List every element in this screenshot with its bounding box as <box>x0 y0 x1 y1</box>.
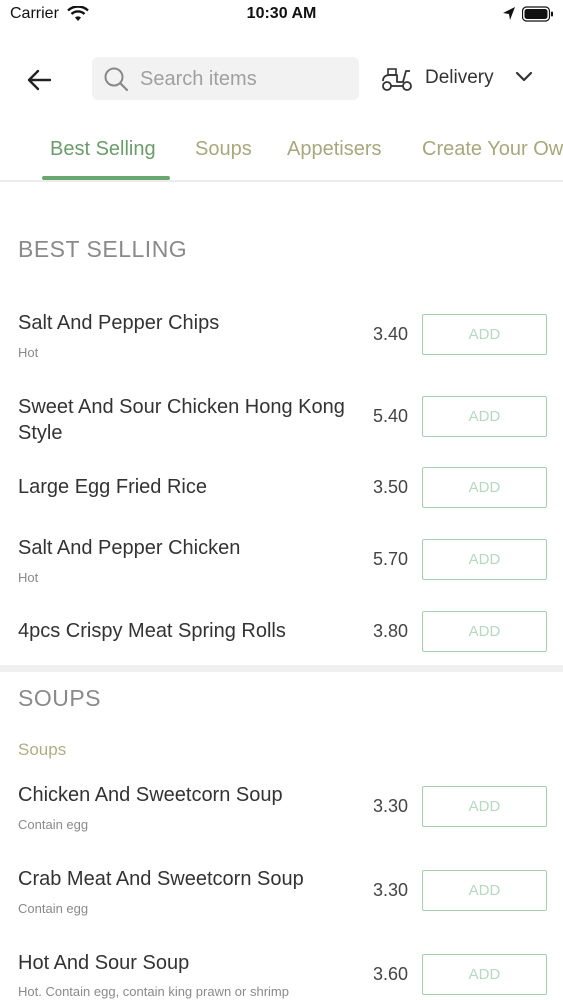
tab-soups[interactable]: Soups <box>195 138 252 161</box>
item-price: 3.60 <box>372 964 408 984</box>
item-price: 3.30 <box>372 880 408 900</box>
add-button[interactable]: ADD <box>422 611 547 652</box>
header: Search items Delivery <box>0 48 563 108</box>
add-button[interactable]: ADD <box>422 870 547 911</box>
item-price: 5.40 <box>372 406 408 426</box>
item-price: 3.50 <box>372 477 408 497</box>
delivery-selector[interactable]: Delivery <box>380 64 550 94</box>
item-price: 3.80 <box>372 621 408 641</box>
back-button[interactable] <box>24 64 56 96</box>
item-name: Crab Meat And Sweetcorn Soup <box>18 868 304 890</box>
item-name: Salt And Pepper Chicken <box>18 537 241 559</box>
add-button[interactable]: ADD <box>422 467 547 508</box>
status-time: 10:30 AM <box>246 5 317 22</box>
back-arrow-icon <box>27 69 52 91</box>
section-title-soups: SOUPS <box>18 685 102 711</box>
tab-best-selling[interactable]: Best Selling <box>50 138 156 161</box>
sub-heading-soups: Soups <box>18 740 67 759</box>
item-name: 4pcs Crispy Meat Spring Rolls <box>18 620 286 642</box>
item-name: Hot And Sour Soup <box>18 952 190 974</box>
scooter-icon <box>380 66 414 97</box>
search-icon <box>103 66 129 97</box>
battery-icon <box>521 6 554 27</box>
location-arrow-icon <box>502 6 516 27</box>
status-bar: Carrier 10:30 AM <box>0 0 563 30</box>
item-price: 3.40 <box>372 324 408 344</box>
add-button[interactable]: ADD <box>422 396 547 437</box>
section-title-best-selling: BEST SELLING <box>18 236 188 262</box>
section-divider <box>0 665 563 672</box>
tab-appetisers[interactable]: Appetisers <box>287 138 382 161</box>
tab-create-your-own[interactable]: Create Your Ow <box>422 138 563 161</box>
delivery-label: Delivery <box>425 67 494 88</box>
item-description: Hot. Contain egg, contain king prawn or … <box>18 984 289 999</box>
item-description: Hot <box>18 345 39 360</box>
search-placeholder: Search items <box>140 68 257 90</box>
search-input[interactable]: Search items <box>92 57 359 100</box>
item-name: Sweet And Sour Chicken Hong Kong Style <box>18 396 345 444</box>
add-button[interactable]: ADD <box>422 954 547 995</box>
category-tabs: Best Selling Soups Appetisers Create You… <box>0 128 563 182</box>
add-button[interactable]: ADD <box>422 539 547 580</box>
add-button[interactable]: ADD <box>422 786 547 827</box>
item-price: 3.30 <box>372 796 408 816</box>
item-description: Hot <box>18 570 39 585</box>
add-button[interactable]: ADD <box>422 314 547 355</box>
item-name: Large Egg Fried Rice <box>18 476 207 498</box>
item-name: Chicken And Sweetcorn Soup <box>18 784 283 806</box>
item-name: Salt And Pepper Chips <box>18 312 220 334</box>
chevron-down-icon <box>515 70 533 88</box>
item-description: Contain egg <box>18 817 89 832</box>
item-description: Contain egg <box>18 901 89 916</box>
item-price: 5.70 <box>372 549 408 569</box>
active-tab-indicator <box>42 176 170 180</box>
